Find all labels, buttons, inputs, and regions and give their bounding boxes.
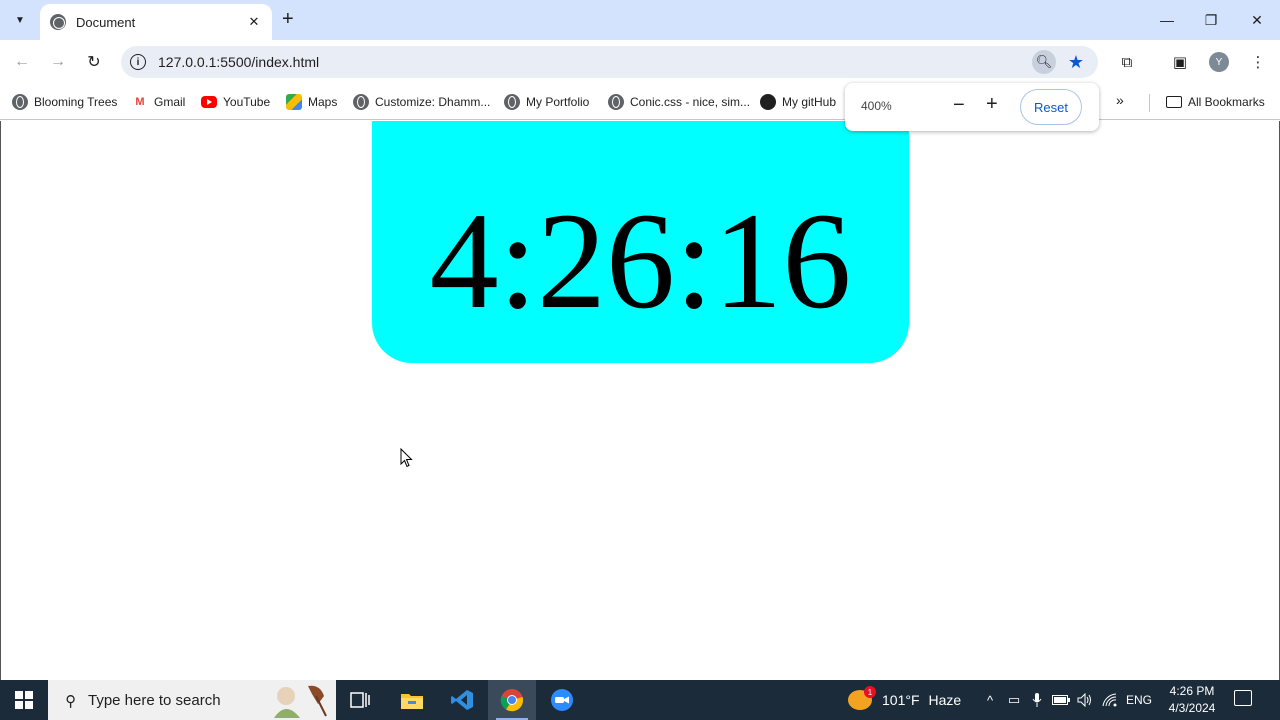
tab-document[interactable]: Document ✕	[40, 4, 272, 40]
mouse-cursor-icon	[400, 447, 414, 471]
zoom-reset-button[interactable]: Reset	[1020, 89, 1082, 125]
bookmarks-divider	[1149, 94, 1150, 112]
wifi-icon[interactable]	[1099, 680, 1121, 720]
microphone-icon[interactable]	[1028, 680, 1046, 720]
bookmark-label: Customize: Dhamm...	[375, 95, 491, 109]
windows-logo-icon	[15, 691, 33, 709]
notification-center-icon[interactable]	[1234, 690, 1252, 706]
zoom-level: 400%	[861, 99, 892, 113]
chevron-up-icon[interactable]: ^	[980, 680, 1000, 720]
bookmark-star-icon[interactable]: ★	[1064, 50, 1088, 74]
restore-icon[interactable]: ❐	[1188, 0, 1234, 40]
vscode-icon[interactable]	[438, 680, 486, 720]
bookmark-label: Blooming Trees	[34, 95, 118, 109]
menu-kebab-icon[interactable]: ⋮	[1246, 50, 1270, 74]
bookmark-customize[interactable]: Customize: Dhamm...	[353, 92, 490, 112]
weather-condition: Haze	[928, 692, 962, 708]
bookmark-label: Maps	[308, 95, 338, 109]
haze-weather-icon: 1	[848, 686, 876, 710]
reload-icon[interactable]: ↻	[82, 50, 106, 74]
weather-temp: 101°F	[882, 692, 920, 708]
taskbar-search-box[interactable]: ⚲ Type here to search	[48, 680, 336, 720]
close-icon[interactable]: ✕	[246, 14, 262, 30]
bookmark-my-portfolio[interactable]: My Portfolio	[504, 92, 589, 112]
bookmark-gmail[interactable]: M Gmail	[132, 92, 185, 112]
bookmark-conic-css[interactable]: Conic.css - nice, sim...	[608, 92, 750, 112]
task-view-icon[interactable]	[336, 680, 384, 720]
back-arrow-icon[interactable]: ←	[10, 50, 34, 74]
new-tab-plus-icon[interactable]: +	[282, 9, 294, 29]
globe-icon	[504, 94, 520, 110]
speaker-icon[interactable]	[1075, 680, 1095, 720]
extensions-puzzle-icon[interactable]: ⧉	[1115, 50, 1139, 74]
globe-icon	[50, 14, 66, 30]
bookmark-label: Conic.css - nice, sim...	[630, 95, 751, 109]
bookmark-blooming-trees[interactable]: Blooming Trees	[12, 92, 117, 112]
windows-taskbar: ⚲ Type here to search 1 101°F Haze ^ ▭ E…	[0, 680, 1280, 720]
search-placeholder: Type here to search	[88, 691, 221, 709]
site-info-icon[interactable]: i	[130, 54, 146, 70]
search-icon: ⚲	[65, 693, 76, 710]
maps-icon	[286, 94, 302, 110]
weather-widget[interactable]: 1 101°F Haze	[848, 680, 961, 720]
forward-arrow-icon[interactable]: →	[46, 50, 70, 74]
youtube-icon	[201, 96, 217, 108]
page-viewport: 4:26:16	[0, 121, 1280, 680]
tab-title: Document	[76, 14, 136, 30]
tab-strip: ▼ Document ✕ + — ❐ ✕	[0, 0, 1280, 40]
bookmark-label: YouTube	[223, 95, 271, 109]
system-date: 4/3/2024	[1168, 701, 1216, 715]
bookmark-label: Gmail	[154, 95, 186, 109]
globe-icon	[608, 94, 624, 110]
all-bookmarks-folder[interactable]: All Bookmarks	[1166, 92, 1265, 112]
profile-avatar[interactable]: Y	[1207, 50, 1231, 74]
address-bar[interactable]: i 127.0.0.1:5500/index.html 🔍︎ ★	[121, 46, 1098, 78]
system-time: 4:26 PM	[1169, 684, 1215, 698]
bookmark-maps[interactable]: Maps	[286, 92, 337, 112]
bookmark-label: My Portfolio	[526, 95, 590, 109]
bookmark-youtube[interactable]: YouTube	[201, 92, 270, 112]
globe-icon	[353, 94, 369, 110]
language-indicator[interactable]: ENG	[1124, 680, 1154, 720]
bookmark-label: My gitHub	[782, 95, 837, 109]
zoom-app-icon[interactable]	[538, 680, 586, 720]
clock-box: 4:26:16	[372, 121, 909, 363]
all-bookmarks-label: All Bookmarks	[1188, 95, 1265, 109]
weather-badge: 1	[864, 686, 876, 698]
gmail-icon: M	[135, 96, 145, 108]
side-panel-icon[interactable]: ▣	[1168, 50, 1192, 74]
chrome-icon[interactable]	[488, 680, 536, 720]
minimize-icon[interactable]: —	[1144, 0, 1190, 40]
bookmark-my-github[interactable]: My gitHub	[760, 92, 836, 112]
github-icon	[760, 94, 776, 110]
chevron-double-right-icon[interactable]: »	[1116, 92, 1124, 108]
battery-icon[interactable]	[1051, 680, 1071, 720]
browser-toolbar: ← → ↻ i 127.0.0.1:5500/index.html 🔍︎ ★ ⧉…	[0, 40, 1280, 84]
meet-now-icon[interactable]: ▭	[1004, 680, 1024, 720]
system-clock[interactable]: 4:26 PM 4/3/2024	[1160, 683, 1224, 717]
close-window-icon[interactable]: ✕	[1234, 0, 1280, 40]
globe-icon	[12, 94, 28, 110]
tab-search-chevron-icon[interactable]: ▼	[6, 7, 34, 33]
file-explorer-icon[interactable]	[388, 680, 436, 720]
zoom-in-button[interactable]: +	[986, 94, 998, 114]
search-highlight-illustration-icon	[274, 685, 327, 718]
clock-time: 4:26:16	[429, 184, 852, 337]
url-text[interactable]: 127.0.0.1:5500/index.html	[158, 54, 1032, 70]
zoom-magnifier-icon[interactable]: 🔍︎	[1032, 50, 1056, 74]
start-button[interactable]	[0, 680, 48, 720]
folder-icon	[1166, 94, 1182, 110]
zoom-popup: 400% − + Reset	[845, 83, 1099, 131]
zoom-out-button[interactable]: −	[953, 95, 965, 115]
avatar: Y	[1209, 52, 1229, 72]
